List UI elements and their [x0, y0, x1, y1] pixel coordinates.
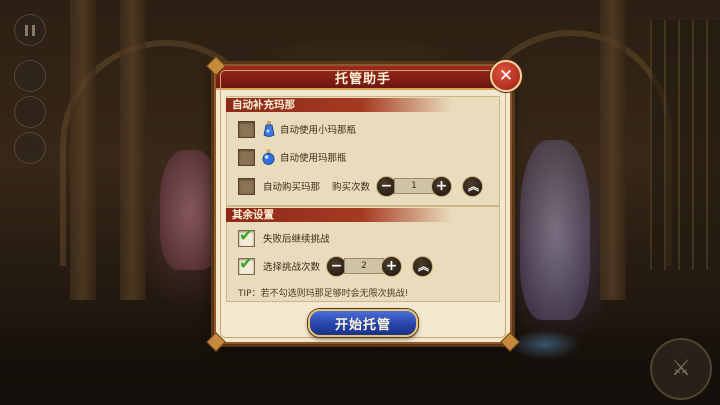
auto-small-mana-checkbox[interactable]: [238, 120, 255, 138]
auto-mana-label: 自动使用玛那瓶: [280, 153, 347, 164]
challenge-count-checkbox[interactable]: [238, 254, 255, 275]
auto-mana-checkbox[interactable]: [238, 148, 255, 166]
auto-assist-dialog: 托管助手 自动补充玛那 自动使用小玛那瓶 自动使用玛那瓶 自动购买玛那 购买次数…: [206, 56, 520, 352]
buy-count-max-button[interactable]: ︽: [462, 175, 484, 197]
continue-on-fail-label: 失败后继续挑战: [263, 234, 330, 245]
challenge-count-label: 选择挑战次数: [263, 262, 321, 273]
buy-count-value: 1: [394, 178, 435, 194]
challenge-count-stepper: − 2 + ︽: [326, 255, 434, 277]
auto-mana-header: 自动补充玛那: [226, 98, 452, 112]
dialog-title-bar: 托管助手: [216, 66, 510, 90]
mana-potion-icon: [261, 149, 276, 165]
challenge-count-row: 选择挑战次数 − 2 + ︽: [238, 254, 434, 277]
auto-buy-mana-checkbox[interactable]: [238, 177, 255, 195]
buy-count-label: 购买次数: [332, 182, 371, 193]
challenge-count-max-button[interactable]: ︽: [412, 255, 434, 277]
small-mana-potion-icon: [261, 121, 276, 137]
auto-mana-row: 自动使用玛那瓶: [238, 147, 347, 167]
dialog-title: 托管助手: [334, 71, 391, 87]
challenge-count-value: 2: [344, 258, 385, 274]
buy-count-plus-button[interactable]: +: [431, 175, 453, 197]
other-settings-header: 其余设置: [226, 208, 452, 222]
auto-buy-mana-label: 自动购买玛那: [263, 182, 321, 193]
auto-buy-mana-row: 自动购买玛那 购买次数 − 1 + ︽: [238, 175, 484, 197]
tip-text: TIP：若不勾选则玛那足够时会无限次挑战!: [238, 289, 409, 299]
continue-on-fail-checkbox[interactable]: [238, 226, 255, 247]
auto-small-mana-label: 自动使用小玛那瓶: [280, 125, 357, 136]
continue-on-fail-row: 失败后继续挑战: [238, 226, 330, 248]
auto-small-mana-row: 自动使用小玛那瓶: [238, 119, 356, 139]
challenge-count-plus-button[interactable]: +: [381, 255, 403, 277]
start-auto-button[interactable]: 开始托管: [308, 309, 418, 337]
close-icon[interactable]: ✕: [490, 60, 522, 92]
buy-count-stepper: − 1 + ︽: [376, 175, 484, 197]
